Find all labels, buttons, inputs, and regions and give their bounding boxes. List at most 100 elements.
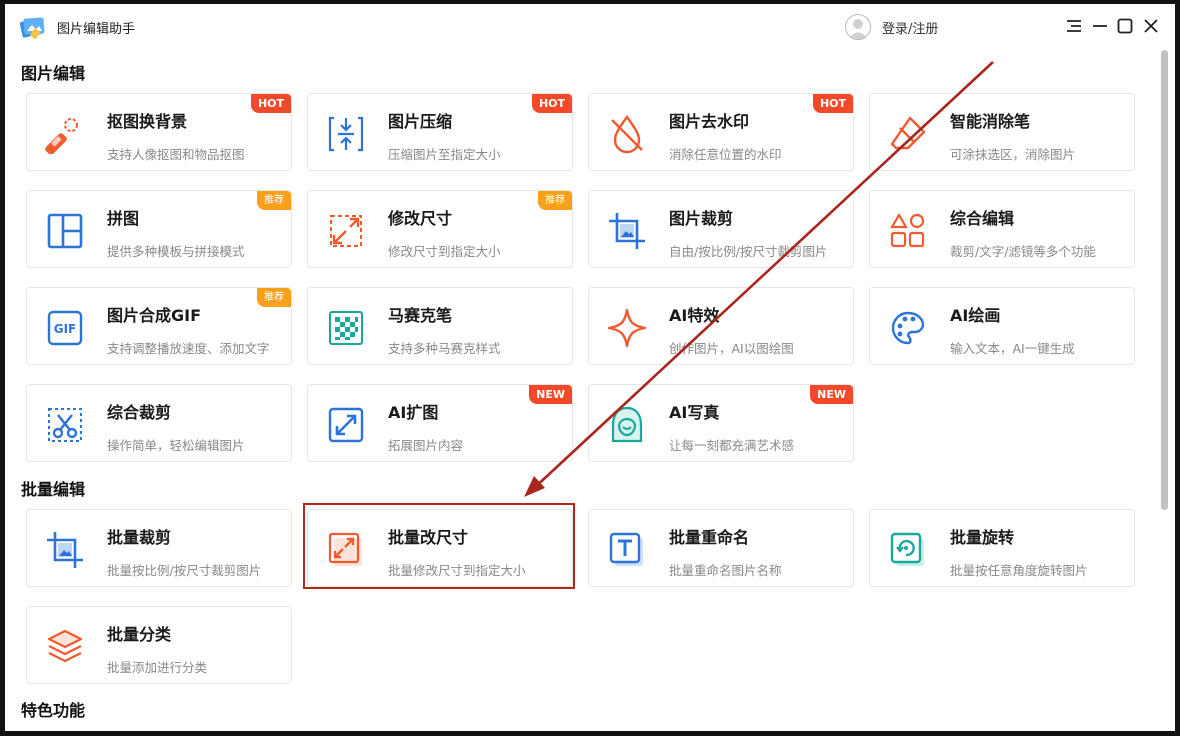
rename-icon: [609, 532, 643, 566]
tool-name: 图片压缩: [388, 112, 453, 131]
section-title-edit: 图片编辑: [21, 64, 86, 83]
tool-desc: 修改尺寸到指定大小: [388, 244, 501, 259]
app-title: 图片编辑助手: [57, 22, 136, 37]
tool-name: AI绘画: [950, 306, 1001, 325]
tool-name: AI写真: [669, 403, 720, 422]
menu-icon[interactable]: [1065, 16, 1083, 36]
tool-name: 图片裁剪: [669, 209, 734, 228]
tool-desc: 操作简单，轻松编辑图片: [107, 438, 245, 453]
new-badge: NEW: [529, 385, 572, 404]
tool-card-gif[interactable]: GIF 图片合成GIF 支持调整播放速度、添加文字 推荐: [26, 287, 292, 365]
tool-name: 批量重命名: [669, 528, 750, 547]
eraser-icon: [890, 116, 926, 150]
tool-name: 修改尺寸: [388, 209, 453, 228]
tool-name: 批量旋转: [950, 528, 1015, 547]
tool-name: 拼图: [107, 209, 140, 228]
tool-name: 马赛克笔: [388, 306, 453, 325]
tool-desc: 批量添加进行分类: [107, 660, 208, 675]
hot-badge: HOT: [250, 94, 291, 113]
compress-icon: [328, 116, 364, 152]
tool-desc: 裁剪/文字/滤镜等多个功能: [950, 244, 1096, 259]
tool-name: AI扩图: [388, 403, 439, 422]
tool-card-mosaic[interactable]: 马赛克笔 支持多种马赛克样式: [307, 287, 573, 365]
tool-name: 抠图换背景: [107, 112, 188, 131]
tool-name: 智能消除笔: [950, 112, 1031, 131]
shapes-icon: [890, 212, 925, 248]
close-icon[interactable]: [1142, 16, 1160, 36]
recommend-badge: 推荐: [257, 288, 291, 307]
hot-badge: HOT: [531, 94, 572, 113]
tool-name: 图片合成GIF: [107, 306, 202, 325]
tool-card-crop[interactable]: 图片裁剪 自由/按比例/按尺寸裁剪图片: [588, 190, 854, 268]
tool-desc: 自由/按比例/按尺寸裁剪图片: [669, 244, 828, 259]
tool-desc: 压缩图片至指定大小: [388, 147, 501, 162]
tool-name: 批量裁剪: [107, 528, 172, 547]
tool-card-batch-resize[interactable]: 批量改尺寸 批量修改尺寸到指定大小: [307, 509, 573, 587]
resize-icon: [330, 215, 362, 247]
expand-icon: [328, 407, 364, 443]
tool-card-comprehensive-edit[interactable]: 综合编辑 裁剪/文字/滤镜等多个功能: [869, 190, 1135, 268]
user-icon: [848, 19, 868, 39]
tool-card-comprehensive-crop[interactable]: 综合裁剪 操作简单，轻松编辑图片: [26, 384, 292, 462]
sparkle-icon: [607, 308, 647, 348]
tool-desc: 消除任意位置的水印: [669, 147, 782, 162]
collage-icon: [47, 213, 83, 249]
login-link[interactable]: 登录/注册: [882, 18, 938, 37]
portrait-icon: [611, 406, 643, 443]
tool-card-batch-classify[interactable]: 批量分类 批量添加进行分类: [26, 606, 292, 684]
water-drop-icon: [611, 114, 643, 154]
tool-card-ai-expand[interactable]: AI扩图 拓展图片内容 NEW: [307, 384, 573, 462]
section-title-featured: 特色功能: [21, 701, 86, 720]
avatar[interactable]: [845, 14, 871, 40]
scissors-icon: [48, 408, 82, 442]
tool-desc: 批量重命名图片名称: [669, 563, 782, 578]
tool-desc: 让每一刻都充满艺术感: [669, 438, 795, 453]
tool-name: 批量改尺寸: [388, 528, 469, 547]
tool-card-batch-rotate[interactable]: 批量旋转 批量按任意角度旋转图片: [869, 509, 1135, 587]
new-badge: NEW: [810, 385, 853, 404]
tool-desc: 输入文本，AI一键生成: [950, 341, 1075, 356]
tool-card-batch-crop[interactable]: 批量裁剪 批量按比例/按尺寸裁剪图片: [26, 509, 292, 587]
crop-icon: [609, 213, 645, 249]
tool-card-ai-effects[interactable]: AI特效 创作图片，AI以图绘图: [588, 287, 854, 365]
tool-card-ai-portrait[interactable]: AI写真 让每一刻都充满艺术感 NEW: [588, 384, 854, 462]
tool-name: AI特效: [669, 306, 720, 325]
tool-desc: 批量修改尺寸到指定大小: [388, 563, 526, 578]
batch-crop-icon: [47, 532, 83, 568]
layers-icon: [47, 629, 83, 663]
eraser-pen-icon: [45, 118, 78, 154]
tool-desc: 支持人像抠图和物品抠图: [107, 147, 245, 162]
tool-card-remove-watermark[interactable]: 图片去水印 消除任意位置的水印 HOT: [588, 93, 854, 171]
tool-card-batch-rename[interactable]: 批量重命名 批量重命名图片名称: [588, 509, 854, 587]
tool-card-cutout-background[interactable]: 抠图换背景 支持人像抠图和物品抠图 HOT: [26, 93, 292, 171]
svg-text:GIF: GIF: [54, 322, 77, 336]
tool-desc: 批量按任意角度旋转图片: [950, 563, 1088, 578]
maximize-icon[interactable]: [1116, 16, 1134, 36]
tool-card-smart-eraser[interactable]: 智能消除笔 可涂抹选区，消除图片: [869, 93, 1135, 171]
tool-desc: 批量按比例/按尺寸裁剪图片: [107, 563, 262, 578]
tool-desc: 可涂抹选区，消除图片: [950, 147, 1076, 162]
tool-name: 图片去水印: [669, 112, 750, 131]
tool-desc: 拓展图片内容: [388, 438, 464, 453]
gif-icon: GIF: [47, 310, 83, 346]
tool-desc: 支持多种马赛克样式: [388, 341, 501, 356]
scrollbar[interactable]: [1161, 50, 1168, 510]
batch-resize-icon: [328, 532, 362, 566]
minimize-icon[interactable]: [1091, 16, 1109, 36]
rotate-icon: [890, 532, 924, 566]
tool-desc: 支持调整播放速度、添加文字: [107, 341, 270, 356]
tool-card-resize[interactable]: 修改尺寸 修改尺寸到指定大小 推荐: [307, 190, 573, 268]
recommend-badge: 推荐: [257, 191, 291, 210]
tool-desc: 提供多种模板与拼接模式: [107, 244, 245, 259]
tool-name: 综合编辑: [950, 209, 1015, 228]
tool-desc: 创作图片，AI以图绘图: [669, 341, 794, 356]
tool-card-ai-painting[interactable]: AI绘画 输入文本，AI一键生成: [869, 287, 1135, 365]
recommend-badge: 推荐: [538, 191, 572, 210]
tool-card-collage[interactable]: 拼图 提供多种模板与拼接模式 推荐: [26, 190, 292, 268]
title-bar: 图片编辑助手 登录/注册: [5, 4, 1175, 50]
tool-card-compress[interactable]: 图片压缩 压缩图片至指定大小 HOT: [307, 93, 573, 171]
mosaic-icon: [329, 311, 363, 345]
tool-name: 综合裁剪: [107, 403, 172, 422]
palette-icon: [891, 311, 925, 345]
app-logo-icon: [19, 17, 45, 39]
